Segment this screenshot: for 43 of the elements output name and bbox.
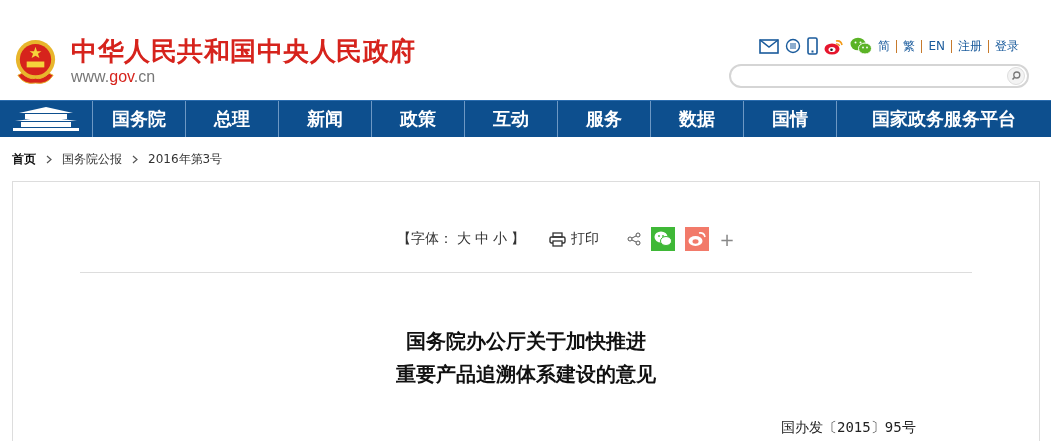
search-icon[interactable] xyxy=(1007,67,1025,85)
nav-item[interactable]: 政策 xyxy=(371,101,464,137)
nav-item[interactable]: 数据 xyxy=(650,101,743,137)
font-size-link[interactable]: 小 xyxy=(493,230,508,248)
message-icon[interactable] xyxy=(785,38,802,54)
chevron-icon xyxy=(132,154,138,164)
share-icon[interactable] xyxy=(627,232,642,246)
search-field[interactable] xyxy=(729,64,1029,88)
wechat-share-icon[interactable] xyxy=(651,227,676,251)
nav-item[interactable]: 新闻 xyxy=(278,101,371,137)
font-size-link[interactable]: 中 xyxy=(475,230,490,248)
header-link[interactable]: EN xyxy=(928,39,945,53)
nav-item[interactable]: 服务 xyxy=(557,101,650,137)
building-icon[interactable] xyxy=(11,105,81,133)
header-link[interactable]: 简 xyxy=(878,37,891,55)
font-size-bracket: 】 xyxy=(511,230,526,248)
article-title-line: 重要产品追溯体系建设的意见 xyxy=(395,361,657,388)
nav-item[interactable]: 国情 xyxy=(743,101,836,137)
phone-icon[interactable] xyxy=(807,37,819,55)
breadcrumb-link[interactable]: 2016年第3号 xyxy=(148,150,223,168)
nav-item[interactable]: 国务院 xyxy=(92,101,185,137)
breadcrumb-link[interactable]: 国务院公报 xyxy=(62,150,122,168)
wechat-icon[interactable] xyxy=(850,37,873,55)
nav-item[interactable]: 总理 xyxy=(185,101,278,137)
print-button[interactable]: 打印 xyxy=(549,230,600,248)
nav-item[interactable]: 国家政务服务平台 xyxy=(836,101,1051,137)
article-title-line: 国务院办公厅关于加快推进 xyxy=(405,328,647,355)
weibo-icon[interactable] xyxy=(824,37,845,55)
site-url[interactable]: www.gov.cn xyxy=(71,68,156,86)
document-number: 国办发〔2015〕95号 xyxy=(781,419,916,435)
site-title: 中华人民共和国中央人民政府 xyxy=(71,36,416,66)
font-size-label: 【字体： xyxy=(397,230,454,248)
mail-icon[interactable] xyxy=(759,38,780,54)
chevron-icon xyxy=(46,154,52,164)
nav-item[interactable]: 互动 xyxy=(464,101,557,137)
more-share-button[interactable]: + xyxy=(719,228,735,250)
weibo-share-icon[interactable] xyxy=(685,227,710,251)
header-link[interactable]: 繁 xyxy=(903,37,916,55)
header-link[interactable]: 注册 xyxy=(958,37,982,55)
printer-icon xyxy=(549,231,567,247)
font-size-link[interactable]: 大 xyxy=(457,230,472,248)
header-link[interactable]: 登录 xyxy=(995,37,1019,55)
breadcrumb-link[interactable]: 首页 xyxy=(12,150,36,168)
